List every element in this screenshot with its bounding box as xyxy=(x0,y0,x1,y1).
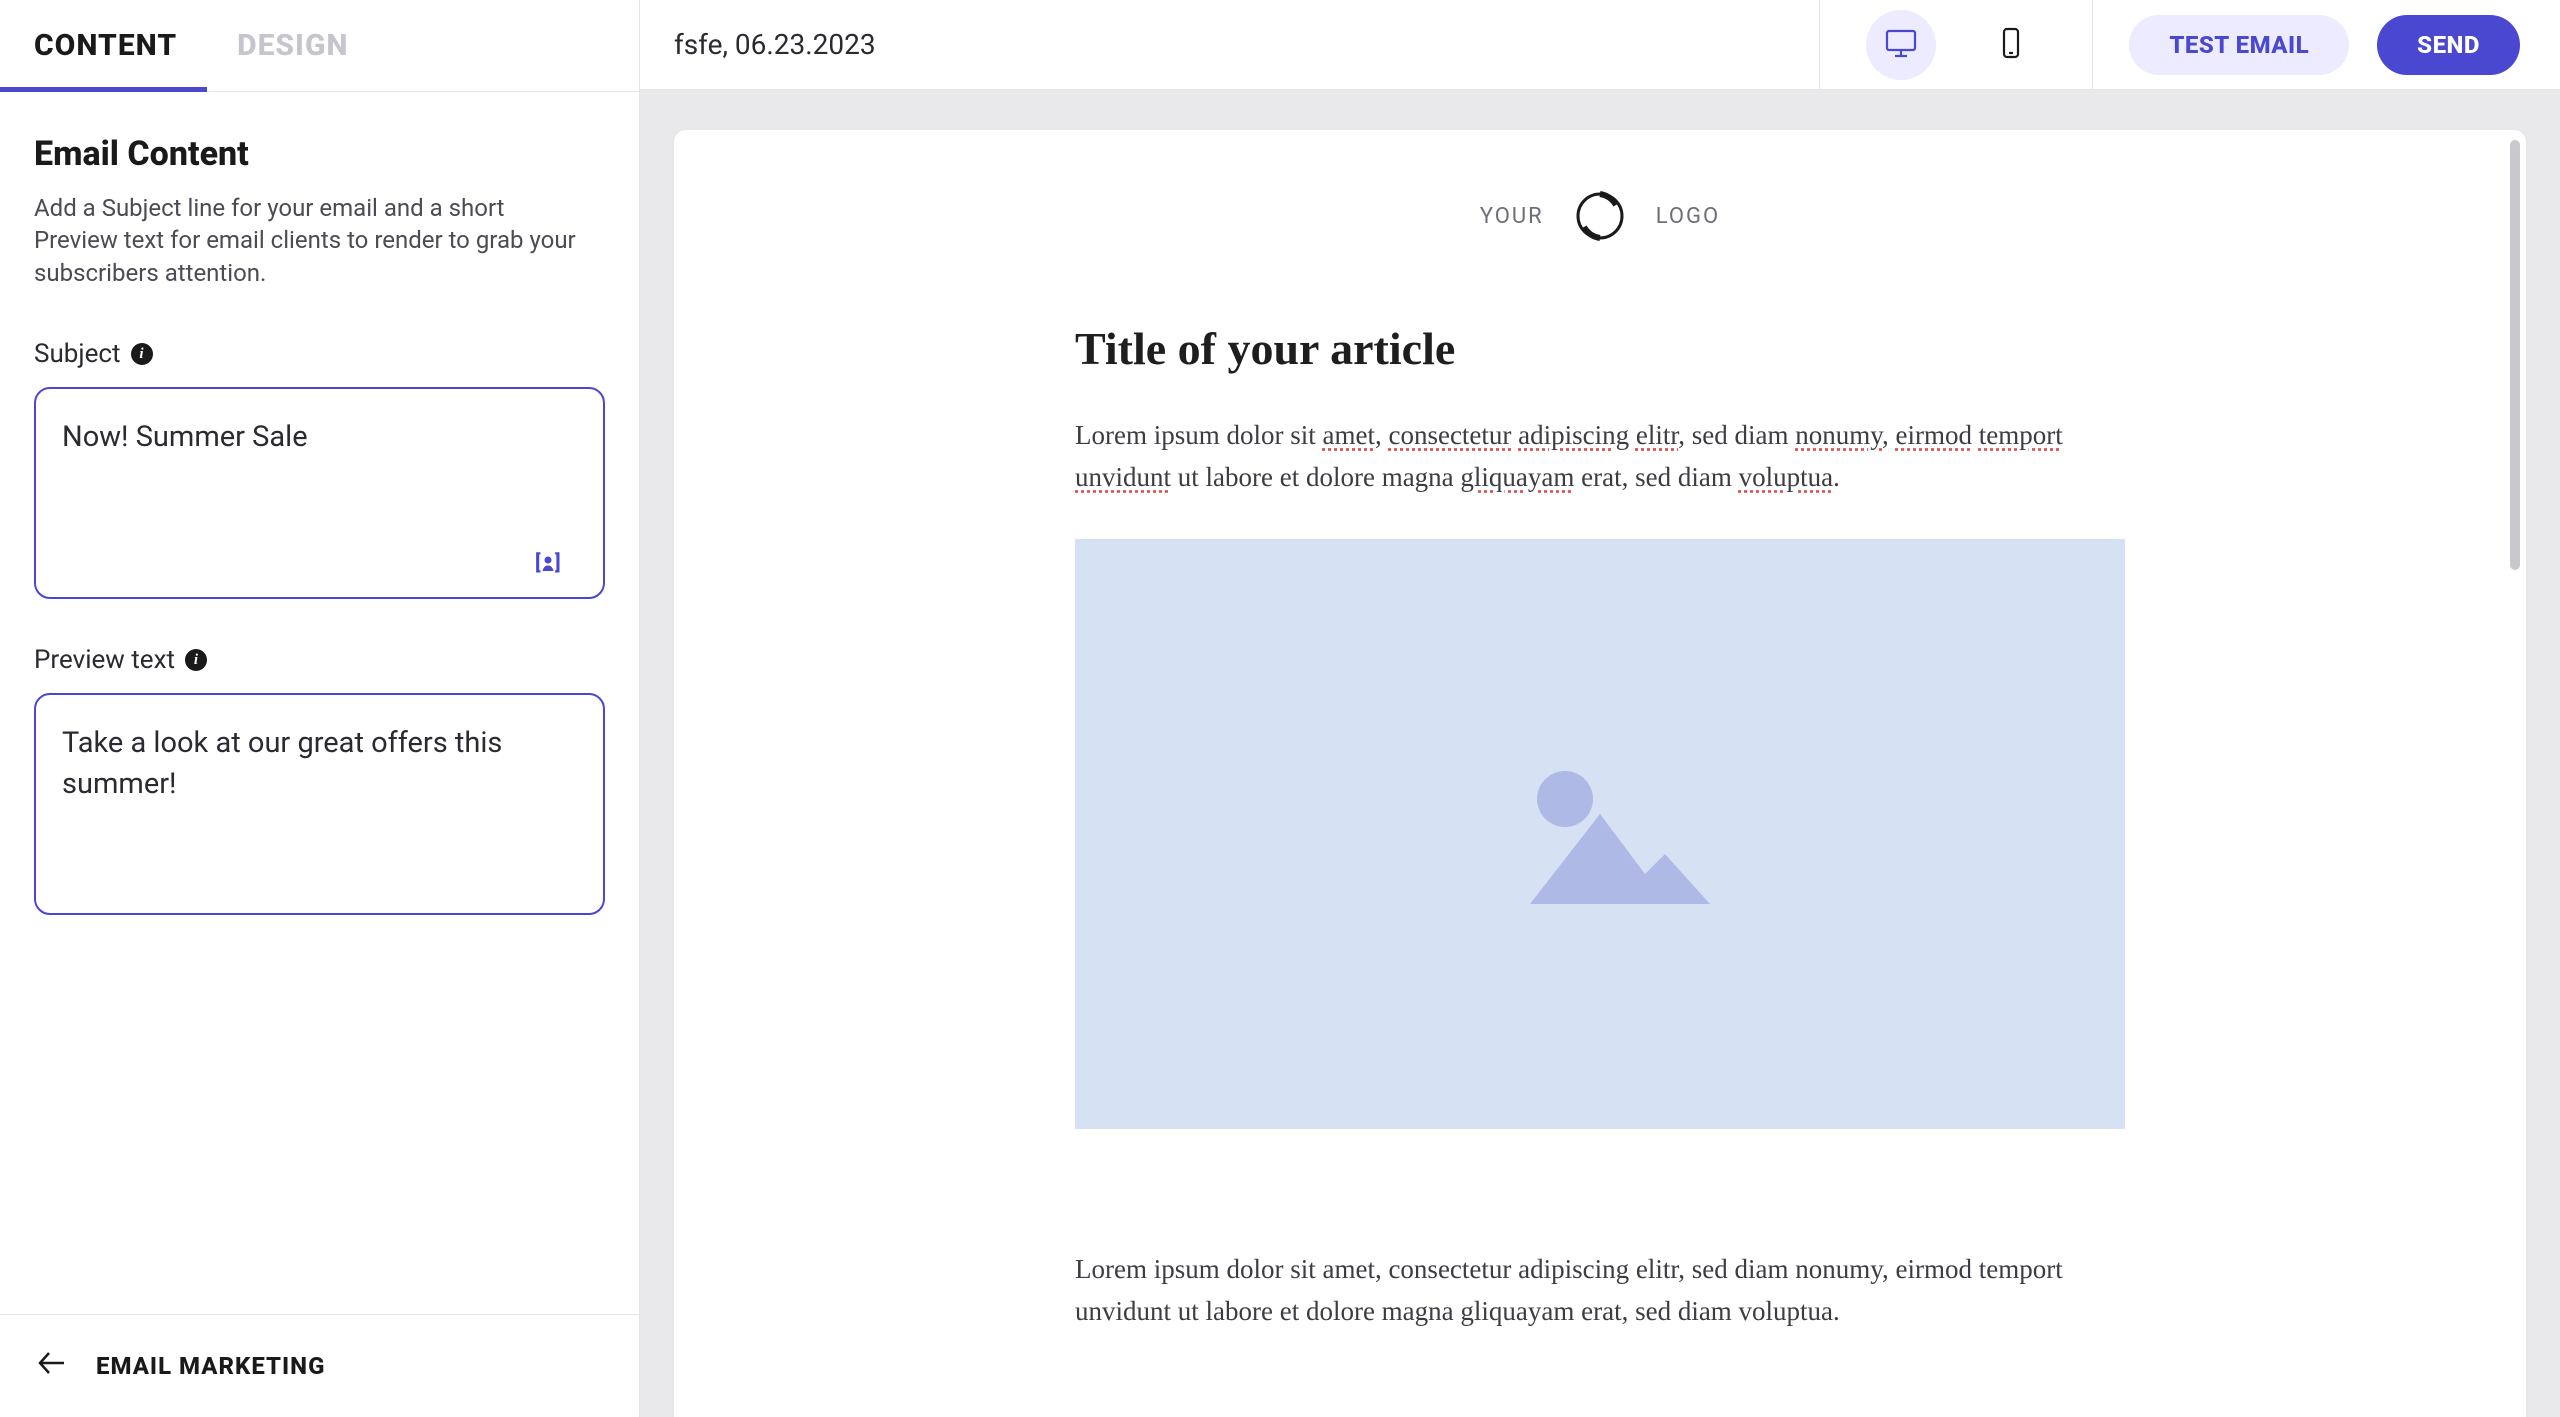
scrollbar[interactable] xyxy=(2510,140,2520,570)
device-preview-toggle xyxy=(1819,0,2093,89)
mobile-icon xyxy=(1994,26,2028,64)
sidebar: CONTENT DESIGN Email Content Add a Subje… xyxy=(0,0,640,1417)
topbar: fsfe, 06.23.2023 TEST EMAIL SEND xyxy=(640,0,2560,90)
image-placeholder[interactable] xyxy=(1075,539,2125,1129)
tab-content[interactable]: CONTENT xyxy=(34,0,177,91)
email-preview-frame[interactable]: YOUR LOGO Title of your article Lorem ip… xyxy=(674,130,2526,1417)
mobile-preview-button[interactable] xyxy=(1976,10,2046,80)
preview-canvas: YOUR LOGO Title of your article Lorem ip… xyxy=(640,90,2560,1417)
article-paragraph-1[interactable]: Lorem ipsum dolor sit amet, consectetur … xyxy=(1075,415,2125,499)
insert-personalization-icon[interactable]: [] xyxy=(535,551,563,575)
preview-label-text: Preview text xyxy=(34,645,175,675)
tab-design[interactable]: DESIGN xyxy=(237,0,348,91)
logo-text-left: YOUR xyxy=(1480,204,1544,229)
article-paragraph-2[interactable]: Lorem ipsum dolor sit amet, consectetur … xyxy=(1075,1249,2125,1333)
send-button[interactable]: SEND xyxy=(2377,15,2520,75)
main-area: fsfe, 06.23.2023 TEST EMAIL SEND xyxy=(640,0,2560,1417)
arrow-left-icon xyxy=(34,1345,70,1387)
subject-field-wrapper: [] xyxy=(34,387,605,599)
desktop-icon xyxy=(1884,26,1918,64)
logo-icon xyxy=(1574,190,1626,242)
preview-label: Preview text i xyxy=(34,645,605,675)
subject-label-text: Subject xyxy=(34,339,121,369)
test-email-button[interactable]: TEST EMAIL xyxy=(2129,15,2349,75)
preview-input[interactable] xyxy=(62,723,577,883)
info-icon[interactable]: i xyxy=(131,343,153,365)
panel-description: Add a Subject line for your email and a … xyxy=(34,192,594,289)
topbar-actions: TEST EMAIL SEND xyxy=(2093,15,2560,75)
logo-placeholder: YOUR LOGO xyxy=(1075,190,2125,242)
svg-text:]: ] xyxy=(555,551,560,574)
preview-field-wrapper xyxy=(34,693,605,915)
logo-text-right: LOGO xyxy=(1656,204,1720,229)
sidebar-tabs: CONTENT DESIGN xyxy=(0,0,639,92)
document-title: fsfe, 06.23.2023 xyxy=(640,28,1819,61)
panel-heading: Email Content xyxy=(34,134,605,174)
article-title[interactable]: Title of your article xyxy=(1075,322,2125,375)
svg-text:[: [ xyxy=(535,551,541,574)
content-panel: Email Content Add a Subject line for you… xyxy=(0,92,639,1314)
subject-input[interactable] xyxy=(62,417,577,567)
subject-label: Subject i xyxy=(34,339,605,369)
desktop-preview-button[interactable] xyxy=(1866,10,1936,80)
footer-label: EMAIL MARKETING xyxy=(96,1352,325,1380)
back-to-email-marketing[interactable]: EMAIL MARKETING xyxy=(0,1314,639,1417)
info-icon[interactable]: i xyxy=(185,649,207,671)
